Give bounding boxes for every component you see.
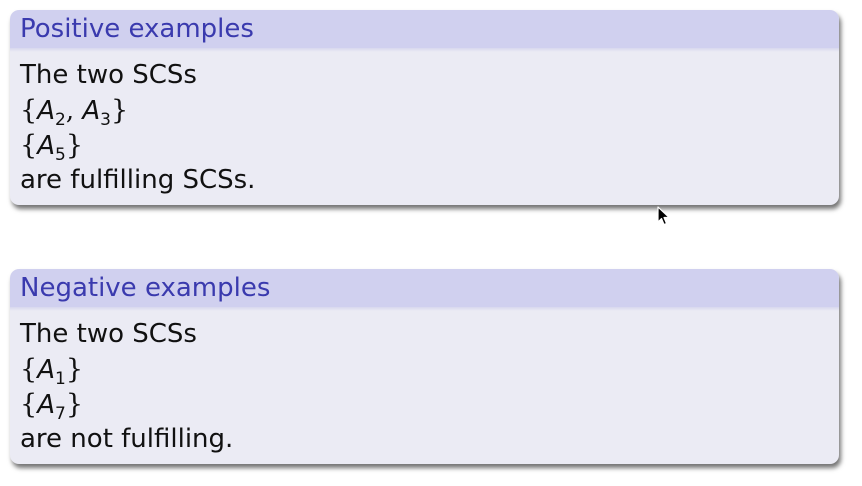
set-variable-subscript: 7 [54,404,66,424]
set-variable-subscript: 5 [54,145,66,165]
set-variable: A [37,131,55,161]
positive-set-1: {A2, A3} [20,93,839,130]
negative-intro-text: The two SCSs [20,319,197,349]
set-open-brace: { [20,95,38,126]
set-open-brace: { [20,130,38,161]
negative-examples-body: The two SCSs {A1} {A7} are not fulfillin… [10,307,839,457]
set-close-brace: } [110,95,129,126]
positive-conclusion-text: are fulfilling SCSs. [20,165,256,195]
positive-intro-text: The two SCSs [20,60,197,90]
positive-set-2: {A5} [20,128,839,165]
set-close-brace: } [65,389,83,420]
negative-set-1: {A1} [20,352,839,389]
set-variable: A [37,390,55,420]
negative-conclusion-text: are not fulfilling. [20,424,234,454]
set-variable: A [37,96,55,126]
set-open-brace: { [20,354,38,385]
set-close-brace: } [65,130,83,161]
set-close-brace: } [65,354,83,385]
positive-examples-body: The two SCSs {A2, A3} {A5} are fulfillin… [10,48,839,198]
set-variable-subscript: 3 [100,110,111,130]
positive-examples-title: Positive examples [10,10,839,52]
negative-set-2: {A7} [20,387,839,424]
set-variable: A [82,96,101,126]
positive-examples-block: Positive examples The two SCSs {A2, A3} … [10,10,839,205]
negative-examples-block: Negative examples The two SCSs {A1} {A7}… [10,269,839,464]
set-variable: A [37,355,55,385]
set-variable-subscript: 1 [54,369,66,389]
set-separator: , [65,96,83,126]
set-variable-subscript: 2 [54,110,66,130]
negative-examples-title: Negative examples [10,269,839,311]
mouse-pointer-icon [657,206,670,226]
set-open-brace: { [20,389,38,420]
